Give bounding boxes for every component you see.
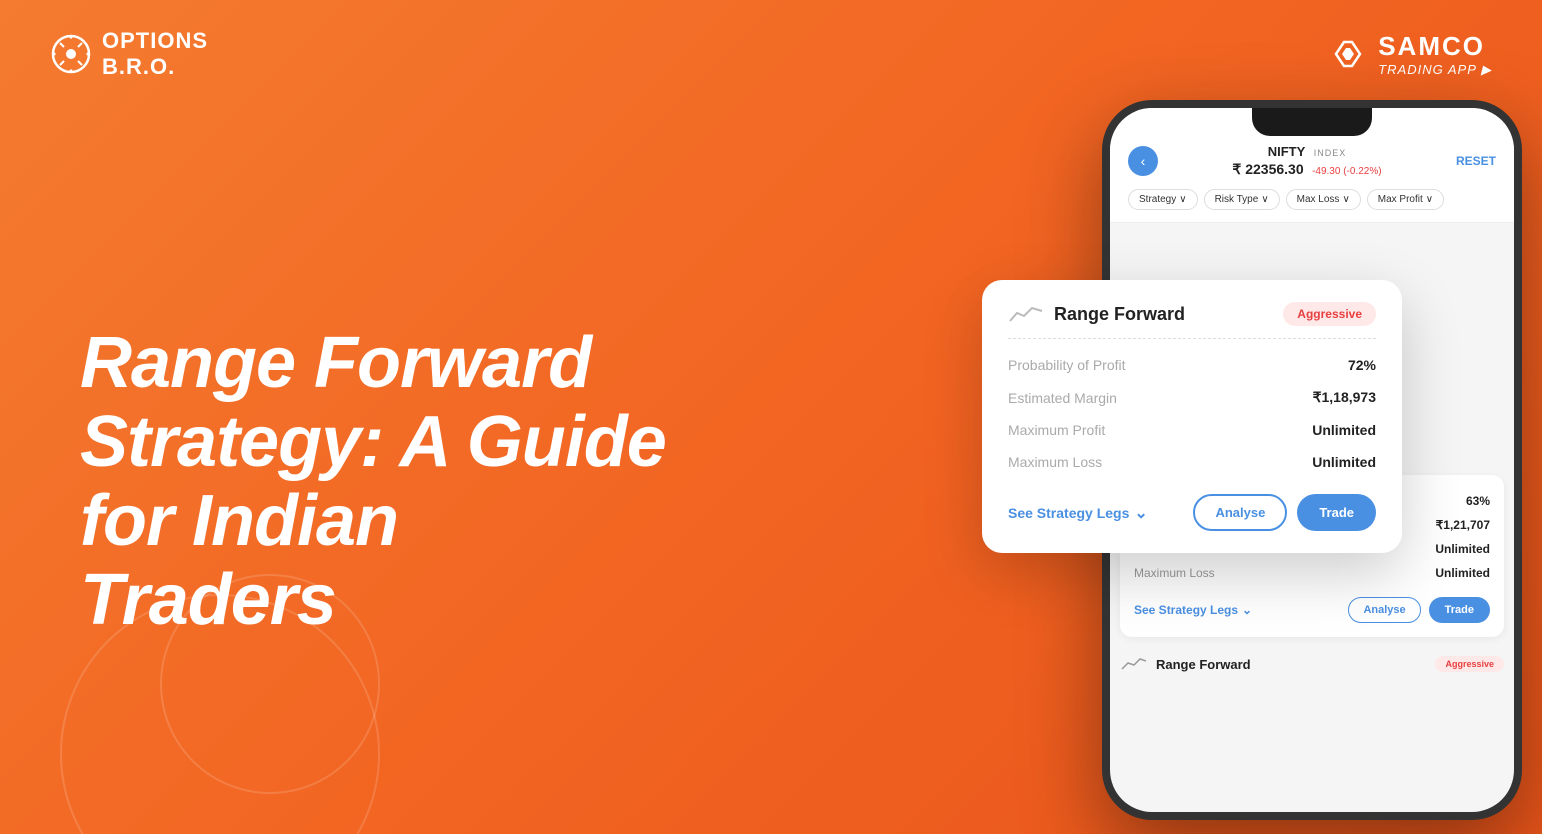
page-wrapper: OPTIONSB.R.O. SAMCO TRADING APP ▶ Range …: [0, 0, 1542, 834]
nifty-type: INDEX: [1314, 148, 1347, 158]
logo-text: OPTIONSB.R.O.: [102, 28, 208, 81]
card-row-max-loss-2: Maximum Loss Unlimited: [1134, 561, 1490, 585]
phone-nav: ‹ NIFTY INDEX ₹ 22356.30 -49.30 (-0.22%): [1128, 143, 1496, 179]
nifty-price-row: ₹ 22356.30 -49.30 (-0.22%): [1232, 161, 1381, 179]
floating-row-max-loss: Maximum Loss Unlimited: [1008, 446, 1376, 478]
samco-name: SAMCO: [1378, 31, 1492, 62]
action-buttons-2: Analyse Trade: [1348, 597, 1490, 623]
chevron-down-icon-2: ∨: [1261, 194, 1268, 205]
floating-max-profit-label: Maximum Profit: [1008, 422, 1105, 438]
floating-divider: [1008, 338, 1376, 339]
card-footer-2: See Strategy Legs ⌄ Analyse Trade: [1134, 597, 1490, 623]
max-loss-value-2: Unlimited: [1435, 566, 1490, 580]
third-chart-icon: [1120, 655, 1148, 673]
probability-value-2: 63%: [1466, 494, 1490, 508]
third-card-header: Range Forward Aggressive: [1110, 647, 1514, 677]
chevron-down-icon-legs: ⌄: [1134, 503, 1147, 523]
nifty-change: -49.30 (-0.22%): [1312, 166, 1381, 177]
filter-max-profit[interactable]: Max Profit ∨: [1367, 189, 1444, 210]
nifty-price: ₹ 22356.30: [1232, 161, 1303, 177]
filter-row: Strategy ∨ Risk Type ∨ Max Loss ∨ Max Pr…: [1128, 189, 1496, 210]
see-legs-label: See Strategy Legs: [1008, 505, 1129, 521]
filter-max-loss[interactable]: Max Loss ∨: [1286, 189, 1361, 210]
max-loss-label-2: Maximum Loss: [1134, 566, 1215, 580]
floating-probability-value: 72%: [1348, 357, 1376, 373]
samco-subtitle: TRADING APP ▶: [1378, 62, 1492, 78]
floating-margin-value: ₹1,18,973: [1313, 389, 1376, 406]
chevron-down-icon-4: ∨: [1426, 194, 1433, 205]
max-profit-value-2: Unlimited: [1435, 542, 1490, 556]
headline-line3: for Indian: [80, 481, 398, 561]
nifty-name: NIFTY: [1268, 144, 1306, 159]
third-card-name-row: Range Forward: [1120, 655, 1251, 673]
floating-card-header: Range Forward Aggressive: [1008, 302, 1376, 326]
chevron-down-icon-3: ∨: [1342, 194, 1349, 205]
floating-max-loss-label: Maximum Loss: [1008, 454, 1102, 470]
nifty-info: NIFTY INDEX ₹ 22356.30 -49.30 (-0.22%): [1232, 143, 1381, 179]
floating-chart-icon: [1008, 303, 1044, 325]
back-button[interactable]: ‹: [1128, 146, 1158, 176]
floating-analyse-button[interactable]: Analyse: [1193, 494, 1287, 531]
headline-text: Range Forward Strategy: A Guide for Indi…: [80, 324, 680, 641]
headline-block: Range Forward Strategy: A Guide for Indi…: [80, 324, 680, 641]
floating-action-buttons: Analyse Trade: [1193, 494, 1376, 531]
headline-line4: Traders: [80, 560, 336, 640]
headline-line2: Strategy: A Guide: [80, 402, 666, 482]
margin-value-2: ₹1,21,707: [1436, 518, 1490, 532]
nifty-label: NIFTY INDEX: [1232, 143, 1381, 161]
phone-notch: [1252, 108, 1372, 136]
options-bro-logo: OPTIONSB.R.O.: [50, 28, 208, 81]
floating-trade-button[interactable]: Trade: [1297, 494, 1376, 531]
floating-max-profit-value: Unlimited: [1312, 422, 1376, 438]
floating-margin-label: Estimated Margin: [1008, 390, 1117, 406]
analyse-button-2[interactable]: Analyse: [1348, 597, 1420, 623]
floating-row-margin: Estimated Margin ₹1,18,973: [1008, 381, 1376, 414]
floating-probability-label: Probability of Profit: [1008, 357, 1126, 373]
see-legs-button-2[interactable]: See Strategy Legs ⌄: [1134, 603, 1252, 617]
filter-risk-type[interactable]: Risk Type ∨: [1204, 189, 1280, 210]
samco-text-block: SAMCO TRADING APP ▶: [1378, 31, 1492, 78]
floating-row-max-profit: Maximum Profit Unlimited: [1008, 414, 1376, 446]
options-bro-icon: [50, 33, 92, 75]
see-legs-label-2: See Strategy Legs: [1134, 603, 1238, 617]
floating-aggressive-badge: Aggressive: [1283, 302, 1376, 326]
samco-icon: [1328, 34, 1368, 74]
trade-button-2[interactable]: Trade: [1429, 597, 1490, 623]
header: OPTIONSB.R.O. SAMCO TRADING APP ▶: [0, 0, 1542, 109]
floating-footer: See Strategy Legs ⌄ Analyse Trade: [1008, 494, 1376, 531]
floating-name-row: Range Forward: [1008, 303, 1185, 325]
samco-logo: SAMCO TRADING APP ▶: [1328, 31, 1492, 78]
floating-row-probability: Probability of Profit 72%: [1008, 349, 1376, 381]
headline-line1: Range Forward: [80, 323, 591, 403]
reset-button[interactable]: RESET: [1456, 154, 1496, 168]
floating-max-loss-value: Unlimited: [1312, 454, 1376, 470]
floating-card: Range Forward Aggressive Probability of …: [982, 280, 1402, 553]
phone-area: ‹ NIFTY INDEX ₹ 22356.30 -49.30 (-0.22%): [1042, 100, 1522, 820]
floating-card-title: Range Forward: [1054, 304, 1185, 325]
third-aggressive-badge: Aggressive: [1435, 656, 1504, 672]
see-strategy-legs-button[interactable]: See Strategy Legs ⌄: [1008, 503, 1148, 523]
third-card-name: Range Forward: [1156, 657, 1251, 672]
chevron-down-icon-legs-2: ⌄: [1242, 603, 1252, 617]
filter-strategy[interactable]: Strategy ∨: [1128, 189, 1198, 210]
chevron-down-icon: ∨: [1179, 194, 1186, 205]
